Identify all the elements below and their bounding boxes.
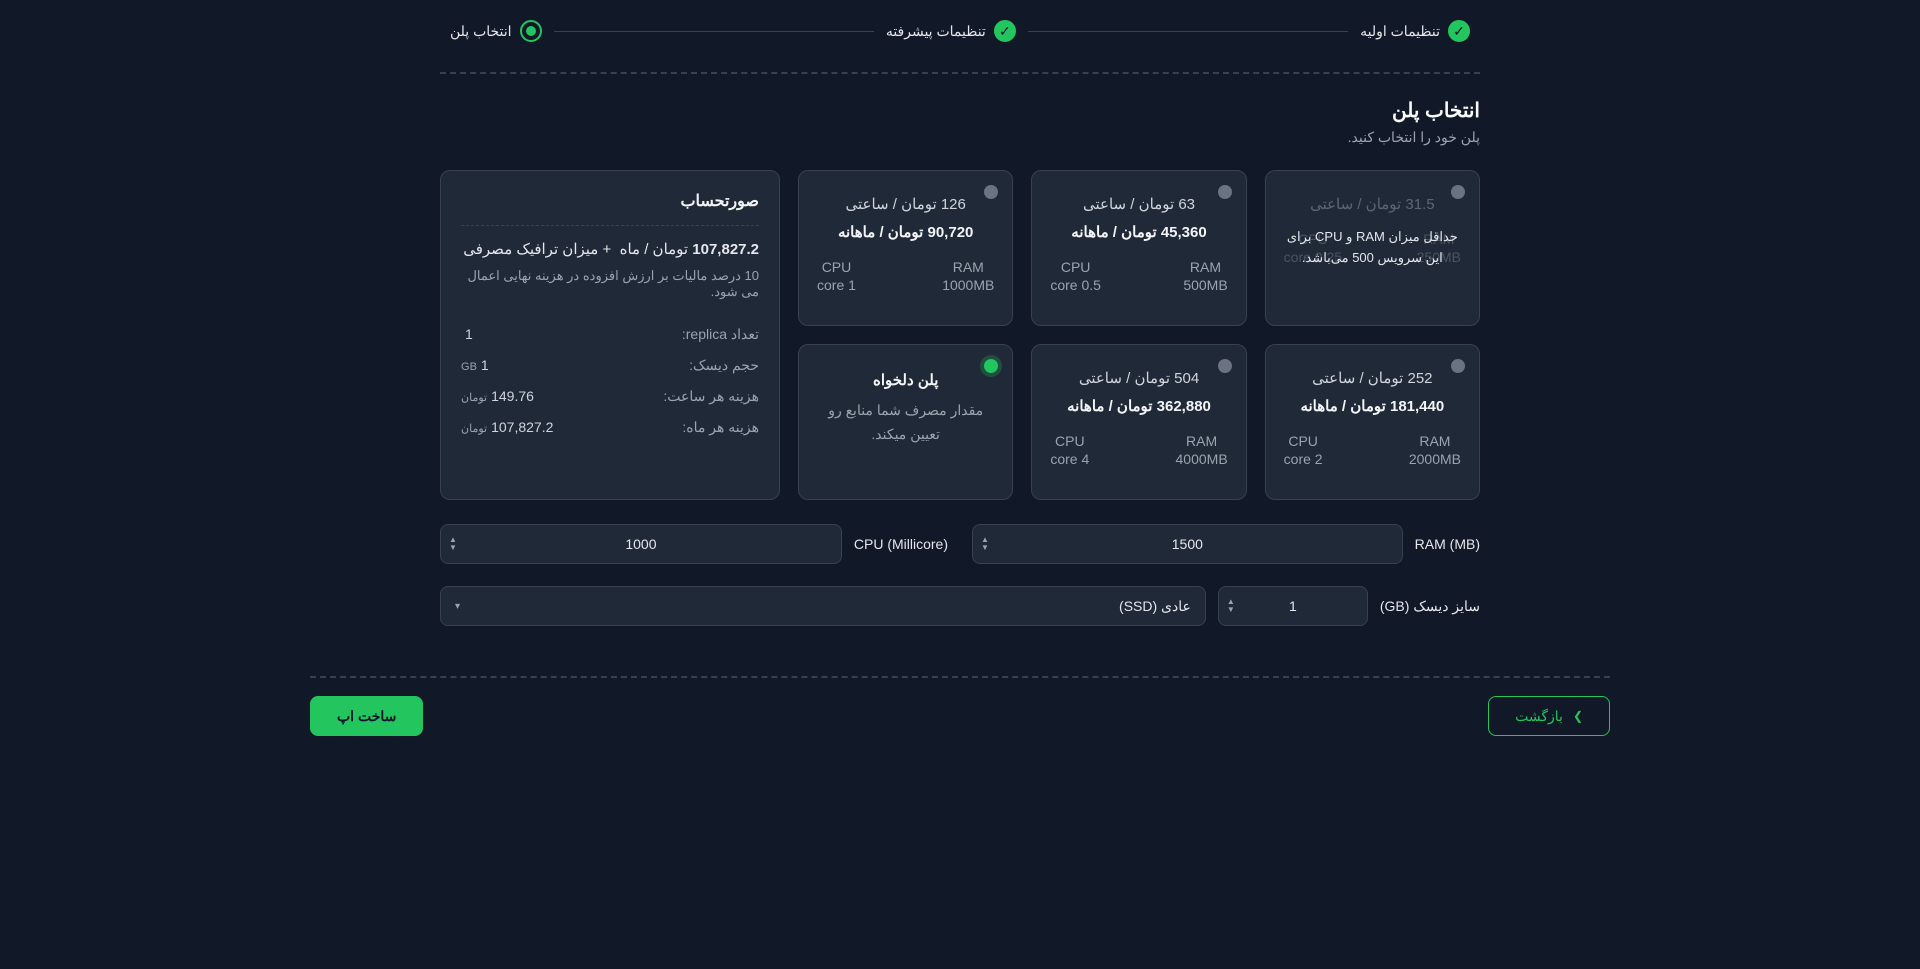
ram-input-wrapper: ▲▼ — [972, 524, 1403, 564]
invoice-rows: تعداد replica: 1 حجم دیسک: 1GB هزینه هر … — [461, 326, 759, 436]
step-3: انتخاب پلن — [450, 20, 542, 42]
invoice-card: صورتحساب 107,827.2 تومان / ماه + میزان ت… — [440, 170, 780, 500]
divider — [310, 676, 1610, 678]
plan-hourly: 252 تومان / ساعتی — [1312, 369, 1432, 387]
disk-type-select[interactable]: عادی (SSD) ▾ — [440, 586, 1206, 626]
ram-input[interactable] — [973, 525, 1402, 563]
disk-row: سایز دیسک (GB) ▲▼ عادی (SSD) ▾ — [440, 586, 1480, 626]
cpu-field: CPU (Millicore) ▲▼ — [440, 524, 948, 564]
plan-overlay: حداقل میزان RAM و CPU برای این سرویس 500… — [1266, 171, 1479, 325]
custom-plan-title: پلن دلخواه — [873, 371, 938, 389]
ram-spec: RAM2000MB — [1409, 433, 1461, 467]
plan-specs: RAM4000MB CPU4 core — [1050, 433, 1227, 467]
cpu-spec: CPU1 core — [817, 259, 856, 293]
back-button[interactable]: ❯ بازگشت — [1488, 696, 1610, 736]
ram-spec: RAM4000MB — [1176, 433, 1228, 467]
invoice-row: تعداد replica: 1 — [461, 326, 759, 343]
plan-card-4[interactable]: 504 تومان / ساعتی 362,880 تومان / ماهانه… — [1031, 344, 1246, 500]
invoice-title: صورتحساب — [461, 191, 759, 211]
cpu-spec: CPU0.5 core — [1050, 259, 1101, 293]
cpu-input[interactable] — [441, 525, 841, 563]
invoice-note: 10 درصد مالیات بر ارزش افزوده در هزینه ن… — [461, 268, 759, 300]
page-title: انتخاب پلن — [440, 98, 1480, 123]
plan-monthly: 362,880 تومان / ماهانه — [1067, 397, 1211, 415]
plan-card-2[interactable]: 126 تومان / ساعتی 90,720 تومان / ماهانه … — [798, 170, 1013, 326]
plan-hourly: 63 تومان / ساعتی — [1083, 195, 1195, 213]
stepper: ✓ تنظیمات اولیه ✓ تنظیمات پیشرفته انتخاب… — [440, 20, 1480, 42]
plan-monthly: 90,720 تومان / ماهانه — [838, 223, 973, 241]
plan-monthly: 181,440 تومان / ماهانه — [1300, 397, 1444, 415]
divider — [461, 225, 759, 226]
create-app-button[interactable]: ساخت اپ — [310, 696, 423, 736]
invoice-total-line: 107,827.2 تومان / ماه + میزان ترافیک مصر… — [461, 240, 759, 258]
plan-specs: RAM500MB CPU0.5 core — [1050, 259, 1227, 293]
cpu-input-wrapper: ▲▼ — [440, 524, 842, 564]
plan-specs: RAM1000MB CPU1 core — [817, 259, 994, 293]
resource-inputs: RAM (MB) ▲▼ CPU (Millicore) ▲▼ — [440, 524, 1480, 564]
invoice-row: حجم دیسک: 1GB — [461, 357, 759, 374]
spinner-icon[interactable]: ▲▼ — [449, 536, 457, 552]
step-1: ✓ تنظیمات اولیه — [1360, 20, 1470, 42]
step-2: ✓ تنظیمات پیشرفته — [886, 20, 1016, 42]
radio-icon — [1218, 185, 1232, 199]
radio-icon — [984, 185, 998, 199]
ram-field: RAM (MB) ▲▼ — [972, 524, 1480, 564]
disk-size-input[interactable] — [1219, 587, 1367, 625]
custom-plan-desc: مقدار مصرف شما منابع رو تعیین میکند. — [817, 399, 994, 447]
disk-label: سایز دیسک (GB) — [1380, 598, 1480, 615]
step-divider — [1028, 31, 1348, 32]
plan-monthly: 45,360 تومان / ماهانه — [1071, 223, 1206, 241]
check-icon: ✓ — [994, 20, 1016, 42]
radio-icon — [984, 359, 998, 373]
chevron-down-icon: ▾ — [455, 601, 460, 612]
step-1-label: تنظیمات اولیه — [1360, 23, 1440, 40]
disk-type-value: عادی (SSD) — [1119, 598, 1191, 615]
plan-card-custom[interactable]: پلن دلخواه مقدار مصرف شما منابع رو تعیین… — [798, 344, 1013, 500]
plan-card-1[interactable]: 63 تومان / ساعتی 45,360 تومان / ماهانه R… — [1031, 170, 1246, 326]
plan-specs: RAM2000MB CPU2 core — [1284, 433, 1461, 467]
spinner-icon[interactable]: ▲▼ — [981, 536, 989, 552]
cpu-spec: CPU2 core — [1284, 433, 1323, 467]
cpu-label: CPU (Millicore) — [854, 536, 948, 552]
ram-spec: RAM1000MB — [942, 259, 994, 293]
ram-spec: RAM500MB — [1183, 259, 1227, 293]
cpu-spec: CPU4 core — [1050, 433, 1089, 467]
footer: ❯ بازگشت ساخت اپ — [310, 696, 1610, 736]
page-subtitle: پلن خود را انتخاب کنید. — [440, 129, 1480, 146]
back-button-label: بازگشت — [1515, 708, 1563, 725]
disk-size-input-wrapper: ▲▼ — [1218, 586, 1368, 626]
plans-grid: 31.5 تومان / ساعتی RAM250MB CPU0.25 core… — [440, 170, 1480, 500]
current-step-icon — [520, 20, 542, 42]
radio-icon — [1218, 359, 1232, 373]
spinner-icon[interactable]: ▲▼ — [1227, 598, 1235, 614]
chevron-right-icon: ❯ — [1573, 709, 1583, 723]
plan-hourly: 126 تومان / ساعتی — [846, 195, 966, 213]
create-app-label: ساخت اپ — [337, 708, 396, 725]
ram-label: RAM (MB) — [1415, 536, 1480, 552]
invoice-row: هزینه هر ماه: 107,827.2تومان — [461, 419, 759, 436]
footer-container: ❯ بازگشت ساخت اپ — [310, 676, 1610, 736]
radio-icon — [1451, 359, 1465, 373]
step-divider — [554, 31, 874, 32]
plan-hourly: 504 تومان / ساعتی — [1079, 369, 1199, 387]
plan-card-3[interactable]: 252 تومان / ساعتی 181,440 تومان / ماهانه… — [1265, 344, 1480, 500]
step-3-label: انتخاب پلن — [450, 23, 512, 40]
invoice-row: هزینه هر ساعت: 149.76تومان — [461, 388, 759, 405]
main-container: ✓ تنظیمات اولیه ✓ تنظیمات پیشرفته انتخاب… — [440, 20, 1480, 626]
plan-card-0: 31.5 تومان / ساعتی RAM250MB CPU0.25 core… — [1265, 170, 1480, 326]
check-icon: ✓ — [1448, 20, 1470, 42]
divider — [440, 72, 1480, 74]
step-2-label: تنظیمات پیشرفته — [886, 23, 986, 40]
